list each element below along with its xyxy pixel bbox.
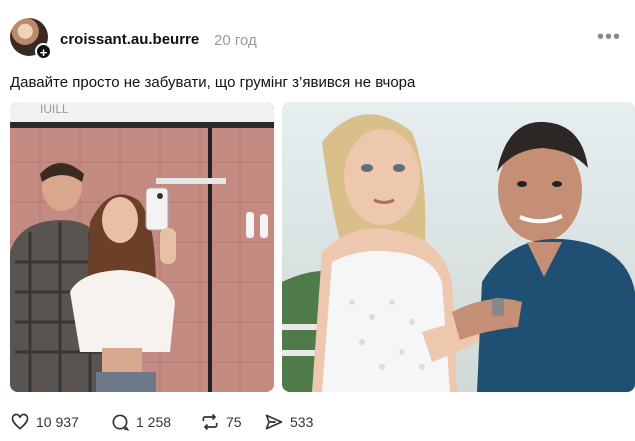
- like-count: 10 937: [36, 414, 79, 430]
- repost-icon: [202, 413, 218, 431]
- post-timestamp: 20 год: [214, 32, 257, 49]
- post-photo-2[interactable]: [282, 102, 635, 392]
- post-text: Давайте просто не забувати, що грумінг з…: [10, 74, 416, 91]
- comment-count: 1 258: [136, 414, 172, 430]
- avatar[interactable]: +: [10, 18, 52, 60]
- post-photo-1[interactable]: IUILL: [10, 102, 274, 392]
- more-options-icon[interactable]: •••: [597, 27, 621, 47]
- send-icon: [265, 414, 283, 430]
- comment-icon: [112, 414, 130, 431]
- username[interactable]: croissant.au.beurre: [60, 31, 199, 48]
- post-header: + croissant.au.beurre 20 год •••: [0, 0, 635, 72]
- like-button[interactable]: 10 937: [10, 410, 79, 434]
- share-count: 533: [290, 414, 314, 430]
- post-actions: 10 937 1 258 75 533: [0, 410, 635, 436]
- photo1-sign: IUILL: [40, 102, 69, 116]
- share-button[interactable]: 533: [264, 410, 313, 434]
- repost-count: 75: [226, 414, 242, 430]
- follow-plus-icon[interactable]: +: [35, 43, 52, 60]
- comment-button[interactable]: 1 258: [110, 410, 171, 434]
- repost-button[interactable]: 75: [200, 410, 242, 434]
- heart-icon: [11, 413, 29, 430]
